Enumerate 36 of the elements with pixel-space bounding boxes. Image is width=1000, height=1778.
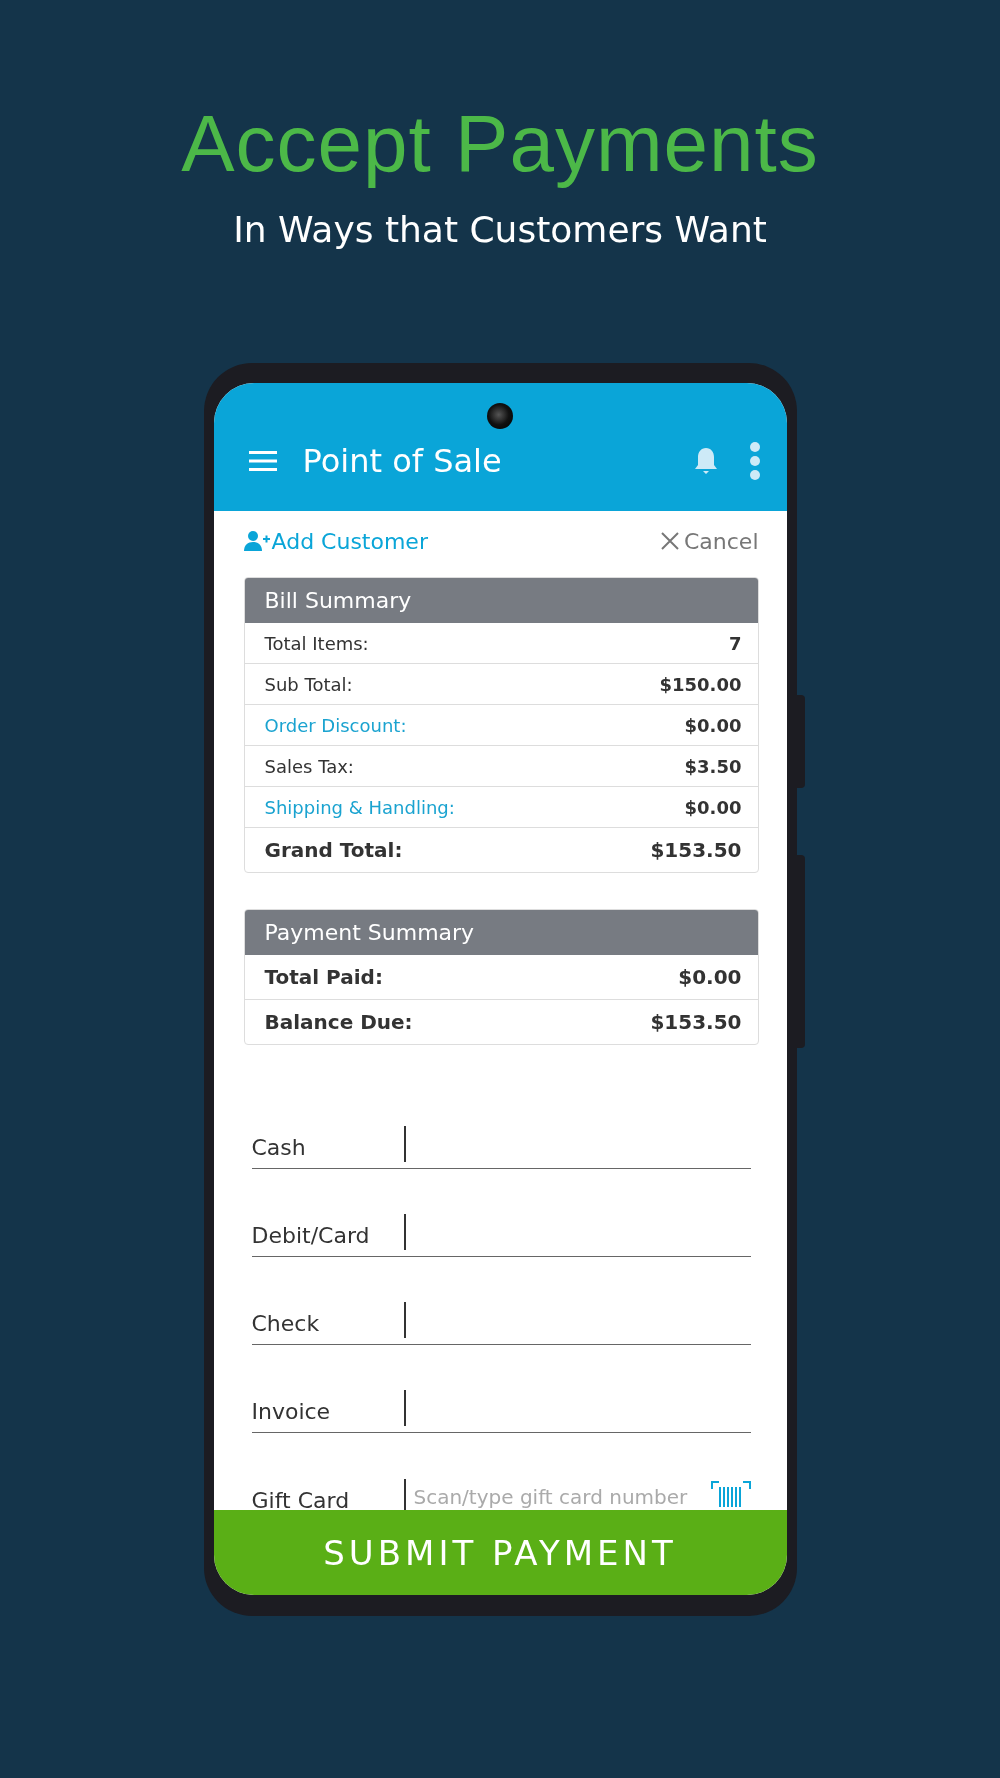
submit-payment-button[interactable]: SUBMIT PAYMENT [213, 1510, 787, 1596]
field-label: Gift Card [251, 1488, 351, 1511]
row-label: Grand Total: [264, 838, 403, 863]
field-label: Check [251, 1311, 321, 1339]
row-value: 7 [728, 632, 742, 654]
row-label: Sub Total: [264, 673, 353, 695]
field-label: Cash [251, 1135, 307, 1163]
headline: Accept Payments [181, 100, 819, 188]
cancel-link[interactable]: Cancel [659, 528, 759, 554]
row-value: $153.50 [650, 1010, 742, 1035]
row-value: $3.50 [684, 755, 742, 777]
close-icon [659, 531, 680, 552]
row-label: Balance Due: [264, 1010, 413, 1035]
menu-icon[interactable] [248, 450, 277, 473]
bell-icon[interactable] [692, 446, 719, 477]
row-value: $153.50 [650, 838, 742, 863]
row-label: Sales Tax: [264, 755, 354, 777]
row-value: $0.00 [678, 965, 742, 990]
row-value: $0.00 [684, 796, 742, 818]
row-label[interactable]: Shipping & Handling: [264, 796, 455, 818]
more-icon[interactable] [748, 441, 761, 482]
card-header: Payment Summary [244, 910, 758, 956]
field-label: Invoice [251, 1399, 332, 1427]
row-value: $150.00 [659, 673, 742, 695]
row-value: $0.00 [684, 714, 742, 736]
camera-icon [487, 403, 513, 430]
subtitle: In Ways that Customers Want [233, 208, 767, 252]
add-customer-link[interactable]: Add Customer [243, 528, 428, 554]
row-label[interactable]: Order Discount: [264, 714, 407, 736]
row-label: Total Items: [264, 632, 369, 654]
add-user-icon [243, 530, 270, 553]
field-label: Debit/Card [251, 1223, 371, 1251]
app-title: Point of Sale [302, 442, 503, 481]
card-header: Bill Summary [244, 578, 758, 624]
row-label: Total Paid: [264, 965, 383, 990]
barcode-scan-icon[interactable] [710, 1481, 751, 1508]
